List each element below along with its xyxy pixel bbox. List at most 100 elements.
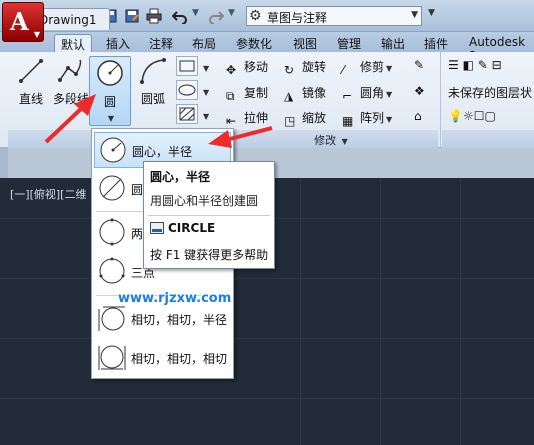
- tab-output[interactable]: 输出: [381, 34, 405, 52]
- copy-label: 复制: [244, 86, 269, 100]
- viewport-controls[interactable]: [一][俯视][二维: [10, 186, 86, 202]
- tab-annotate[interactable]: 注释: [149, 34, 173, 52]
- undo-dropdown-icon[interactable]: ▼: [192, 8, 199, 18]
- scale-button[interactable]: ◳ 缩放: [284, 109, 326, 129]
- tab-manage[interactable]: 管理: [337, 34, 361, 52]
- tooltip-description: 用圆心和半径创建圆: [150, 194, 259, 208]
- tab-default[interactable]: 默认: [54, 34, 93, 52]
- scale-label: 缩放: [302, 111, 327, 125]
- polyline-icon: [58, 59, 82, 82]
- autocad-logo-icon: A: [10, 7, 29, 36]
- modify-panel-label: 修改: [314, 134, 337, 147]
- layer-state-dropdown[interactable]: 未保存的图层状: [448, 84, 534, 104]
- array-icon: ▦: [342, 114, 354, 128]
- array-button[interactable]: ▦ 阵列 ▼: [342, 109, 392, 129]
- ellipse-icon[interactable]: [176, 80, 198, 100]
- circle-tan-tan-radius-icon: [98, 306, 125, 331]
- array-dropdown-icon[interactable]: ▼: [386, 115, 392, 124]
- menu-item-tan-tan-radius[interactable]: 相切，相切，半径: [94, 301, 231, 337]
- print-icon[interactable]: [146, 8, 162, 24]
- tab-parametric[interactable]: 参数化: [236, 34, 272, 52]
- array-label: 阵列: [360, 111, 385, 125]
- arc-icon: [140, 58, 166, 84]
- app-menu-caret: ▼: [33, 30, 40, 39]
- ribbon-tab-strip: 默认 插入 注释 布局 参数化 视图 管理 输出 插件 Autodesk 3: [0, 32, 534, 63]
- copy-icon: ⧉: [226, 89, 235, 103]
- move-label: 移动: [244, 60, 269, 74]
- fillet-icon: ⌐: [342, 89, 353, 103]
- menu-item-label: 相切，相切，半径: [131, 313, 228, 327]
- arc-button[interactable]: 圆弧: [132, 56, 174, 126]
- menu-item-tan-tan-tan[interactable]: 相切，相切，相切: [94, 340, 231, 376]
- qat-customize-icon[interactable]: ▼: [428, 8, 435, 18]
- application-menu-button[interactable]: A ▼: [2, 2, 44, 42]
- grid-line: [0, 398, 534, 399]
- circle-two-point-icon: [99, 218, 125, 246]
- tab-autodesk360[interactable]: Autodesk 3: [469, 34, 534, 63]
- rotate-label: 旋转: [302, 60, 327, 74]
- panel-divider: [440, 52, 441, 148]
- grid-line: [460, 178, 461, 445]
- circle-center-radius-icon: [100, 137, 126, 163]
- draw-more-dropdown[interactable]: ▼: [201, 60, 209, 80]
- layer-bulb-icon[interactable]: 💡☼☐▢: [448, 109, 496, 129]
- undo-icon[interactable]: [172, 8, 188, 24]
- redo-icon[interactable]: [208, 8, 224, 24]
- grid-line: [0, 338, 534, 339]
- gear-icon: ⚙: [249, 8, 262, 24]
- ellipse-dropdown[interactable]: ▼: [201, 84, 209, 104]
- chevron-down-icon: ▼: [411, 10, 418, 20]
- rectangle-icon[interactable]: [176, 56, 198, 76]
- redo-dropdown-icon[interactable]: ▼: [228, 8, 235, 18]
- fillet-dropdown-icon[interactable]: ▼: [386, 90, 392, 99]
- menu-item-label: 两: [131, 227, 144, 241]
- tab-insert[interactable]: 插入: [106, 34, 130, 52]
- trim-icon: ⁄: [342, 63, 345, 77]
- chevron-down-icon: ▼: [341, 137, 348, 146]
- tab-layout[interactable]: 布局: [192, 34, 216, 52]
- trim-dropdown-icon[interactable]: ▼: [386, 64, 392, 73]
- fillet-button[interactable]: ⌐ 圆角 ▼: [342, 84, 392, 104]
- save-as-icon[interactable]: [124, 8, 140, 24]
- grid-line: [300, 178, 301, 445]
- grid-line: [380, 178, 381, 445]
- erase-icon[interactable]: ✎: [414, 58, 424, 78]
- move-button[interactable]: ✥ 移动: [226, 58, 268, 78]
- hatch-icon[interactable]: [176, 104, 198, 124]
- fillet-label: 圆角: [360, 86, 385, 100]
- line-icon: [19, 59, 43, 83]
- offset-icon[interactable]: ⌂: [414, 109, 422, 129]
- menu-item-label: 圆: [131, 183, 144, 197]
- trim-label: 修剪: [360, 60, 385, 74]
- circle-icon: [97, 60, 123, 86]
- tooltip-help: 按 F1 键获得更多帮助: [150, 248, 269, 262]
- workspace-label: 草图与注释: [267, 11, 328, 25]
- left-strip: [0, 148, 8, 178]
- mirror-button[interactable]: ◮ 镜像: [284, 84, 326, 104]
- layers-panel-title[interactable]: [442, 130, 534, 148]
- tooltip-command-name: CIRCLE: [168, 221, 216, 235]
- command-tooltip: 圆心，半径 用圆心和半径创建圆 CIRCLE 按 F1 键获得更多帮助: [143, 161, 275, 269]
- tooltip-command: CIRCLE: [150, 221, 215, 235]
- trim-button[interactable]: ⁄ 修剪 ▼: [342, 58, 392, 78]
- watermark: www.rjzxw.com: [118, 291, 232, 306]
- rotate-button[interactable]: ↻ 旋转: [284, 58, 326, 78]
- tooltip-title: 圆心，半径: [150, 170, 211, 184]
- layer-properties-icon[interactable]: ☰ ◧ ✎ ⊟: [448, 58, 502, 78]
- scale-icon: ◳: [284, 114, 296, 128]
- rotate-icon: ↻: [284, 63, 295, 77]
- mirror-icon: ◮: [284, 89, 294, 103]
- explode-icon[interactable]: ❖: [414, 84, 425, 104]
- workspace-selector[interactable]: ⚙ 草图与注释 ▼: [246, 6, 422, 26]
- menu-item-label: 圆心，半径: [132, 145, 193, 159]
- command-line-icon: [150, 222, 164, 234]
- circle-tan-tan-tan-icon: [98, 345, 126, 370]
- circle-dropdown-caret[interactable]: ▼: [108, 114, 114, 123]
- arc-label: 圆弧: [140, 92, 165, 106]
- circle-center-diameter-icon: [99, 175, 125, 201]
- copy-button[interactable]: ⧉ 复制: [226, 84, 268, 104]
- tab-plugins[interactable]: 插件: [424, 34, 448, 52]
- circle-three-point-icon: [99, 257, 125, 284]
- tab-view[interactable]: 视图: [293, 34, 317, 52]
- mirror-label: 镜像: [302, 86, 327, 100]
